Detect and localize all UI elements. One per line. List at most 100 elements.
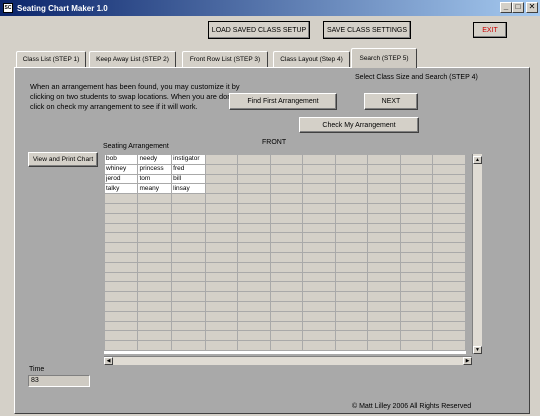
seat-cell[interactable] <box>399 202 434 214</box>
seat-cell[interactable] <box>204 281 239 293</box>
seat-cell[interactable] <box>104 202 139 214</box>
seat-cell[interactable] <box>367 251 401 263</box>
seat-cell[interactable] <box>432 310 466 322</box>
seat-cell[interactable] <box>137 320 173 332</box>
seat-cell[interactable] <box>432 232 466 244</box>
seat-cell[interactable] <box>399 242 434 253</box>
seat-cell[interactable] <box>334 232 369 244</box>
seat-cell[interactable] <box>237 242 271 253</box>
seat-cell[interactable] <box>137 291 173 302</box>
seat-cell[interactable] <box>334 261 369 273</box>
seat-cell[interactable] <box>432 183 466 195</box>
seat-cell[interactable] <box>137 212 173 224</box>
seat-cell[interactable] <box>367 340 401 351</box>
next-button[interactable]: NEXT <box>364 93 418 110</box>
seat-cell[interactable] <box>204 310 239 322</box>
seat-cell[interactable]: instigator <box>171 154 206 165</box>
seat-cell[interactable] <box>334 300 369 312</box>
seat-cell[interactable]: bill <box>171 173 206 185</box>
seat-cell[interactable] <box>237 183 271 195</box>
seat-cell[interactable] <box>302 320 336 332</box>
seat-cell[interactable] <box>137 251 173 263</box>
seat-cell[interactable] <box>171 300 206 312</box>
seat-cell[interactable] <box>302 291 336 302</box>
seat-cell[interactable] <box>432 154 466 165</box>
seat-cell[interactable] <box>367 232 401 244</box>
seat-cell[interactable] <box>399 222 434 234</box>
seat-cell[interactable] <box>204 222 239 234</box>
seat-cell[interactable] <box>171 193 206 204</box>
seat-cell[interactable] <box>104 330 139 342</box>
seat-cell[interactable] <box>204 242 239 253</box>
seat-cell[interactable] <box>204 183 239 195</box>
seat-cell[interactable] <box>302 310 336 322</box>
seat-cell[interactable] <box>302 271 336 283</box>
seat-cell[interactable] <box>104 291 139 302</box>
seat-cell[interactable] <box>399 261 434 273</box>
seat-cell[interactable] <box>269 232 304 244</box>
seat-cell[interactable] <box>334 183 369 195</box>
seat-cell[interactable] <box>432 340 466 351</box>
seat-cell[interactable] <box>334 202 369 214</box>
seat-cell[interactable] <box>302 261 336 273</box>
seat-cell[interactable]: whiney <box>104 163 139 175</box>
seat-cell[interactable]: meany <box>137 183 173 195</box>
seat-cell[interactable] <box>334 173 369 185</box>
seat-cell[interactable] <box>399 232 434 244</box>
seat-cell[interactable] <box>269 251 304 263</box>
seat-cell[interactable] <box>104 310 139 322</box>
seat-cell[interactable] <box>399 183 434 195</box>
seat-cell[interactable] <box>367 163 401 175</box>
seat-cell[interactable] <box>269 193 304 204</box>
seat-cell[interactable] <box>367 183 401 195</box>
seat-cell[interactable] <box>104 340 139 351</box>
seat-cell[interactable] <box>237 222 271 234</box>
seat-cell[interactable] <box>302 242 336 253</box>
seat-cell[interactable] <box>269 183 304 195</box>
seat-cell[interactable] <box>399 291 434 302</box>
save-class-settings-button[interactable]: SAVE CLASS SETTINGS <box>323 21 411 39</box>
seat-cell[interactable] <box>334 154 369 165</box>
find-first-arrangement-button[interactable]: Find First Arrangement <box>229 93 337 110</box>
seat-cell[interactable] <box>432 193 466 204</box>
seat-cell[interactable] <box>269 212 304 224</box>
seat-cell[interactable] <box>137 202 173 214</box>
seat-cell[interactable] <box>104 212 139 224</box>
seat-cell[interactable] <box>302 340 336 351</box>
seat-cell[interactable] <box>399 281 434 293</box>
seat-cell[interactable] <box>104 300 139 312</box>
seat-cell[interactable] <box>137 281 173 293</box>
exit-button[interactable]: EXIT <box>473 22 507 38</box>
seat-cell[interactable] <box>302 232 336 244</box>
seat-cell[interactable] <box>302 183 336 195</box>
seat-cell[interactable] <box>237 212 271 224</box>
seat-cell[interactable] <box>237 291 271 302</box>
seat-cell[interactable] <box>432 261 466 273</box>
tab-class-list[interactable]: Class List (STEP 1) <box>16 51 86 67</box>
seat-cell[interactable] <box>237 154 271 165</box>
seat-cell[interactable] <box>104 281 139 293</box>
seat-cell[interactable] <box>367 222 401 234</box>
seat-cell[interactable] <box>334 222 369 234</box>
seat-cell[interactable] <box>104 261 139 273</box>
seat-cell[interactable] <box>302 202 336 214</box>
seat-cell[interactable] <box>367 291 401 302</box>
seat-cell[interactable] <box>367 242 401 253</box>
seat-cell[interactable]: needy <box>137 154 173 165</box>
close-icon[interactable]: ✕ <box>526 2 538 13</box>
seat-cell[interactable] <box>367 320 401 332</box>
seat-cell[interactable] <box>237 173 271 185</box>
seat-cell[interactable] <box>269 202 304 214</box>
seat-cell[interactable] <box>171 281 206 293</box>
seat-cell[interactable] <box>204 232 239 244</box>
seat-cell[interactable] <box>204 202 239 214</box>
seat-cell[interactable] <box>399 300 434 312</box>
seat-cell[interactable] <box>104 271 139 283</box>
seat-cell[interactable] <box>432 173 466 185</box>
seat-cell[interactable] <box>269 271 304 283</box>
seat-cell[interactable]: talky <box>104 183 139 195</box>
seat-cell[interactable] <box>367 261 401 273</box>
seat-cell[interactable] <box>104 193 139 204</box>
seat-cell[interactable] <box>237 310 271 322</box>
seat-cell[interactable] <box>302 212 336 224</box>
